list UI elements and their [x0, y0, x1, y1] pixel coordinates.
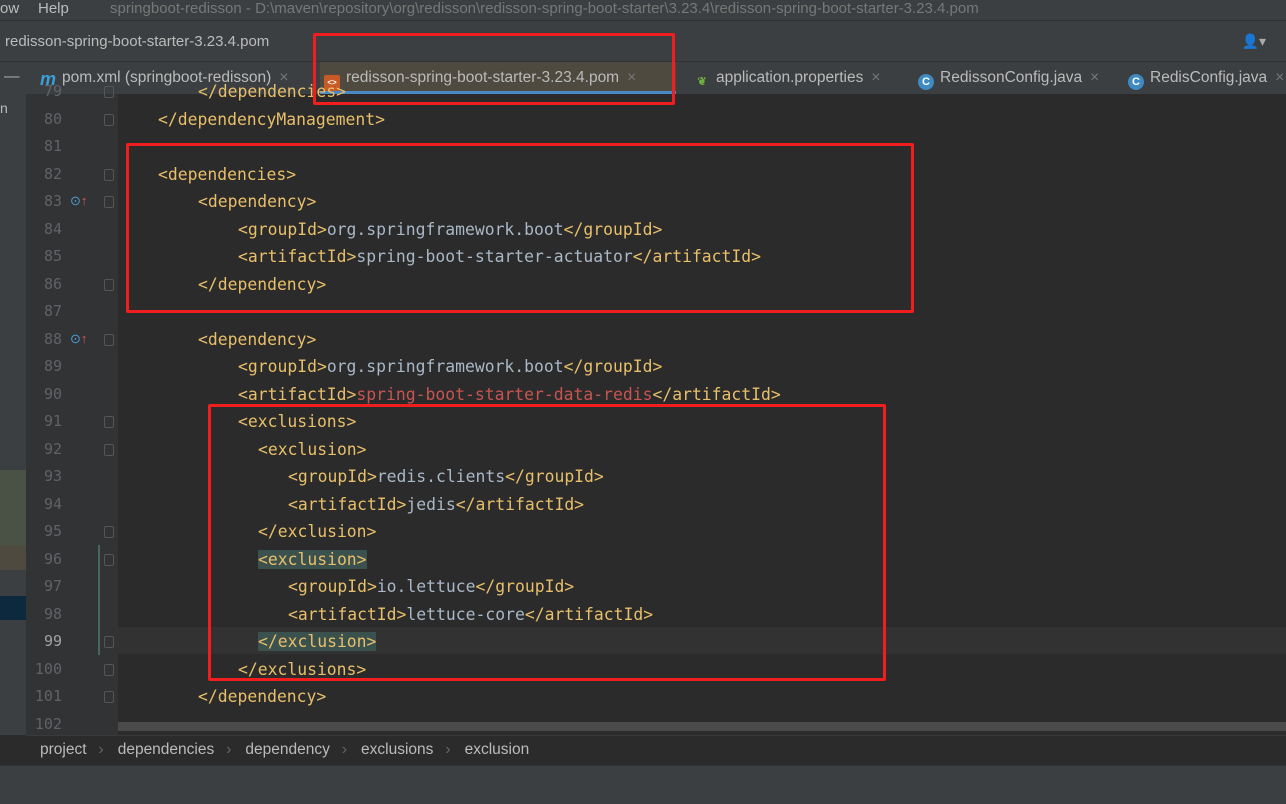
- code-token: </groupId>: [563, 357, 663, 376]
- line-number: 82: [43, 164, 62, 183]
- line-number: 93: [43, 467, 62, 485]
- breadcrumb-item[interactable]: project: [40, 741, 87, 758]
- code-line: <dependency>: [198, 326, 316, 353]
- window-title: springboot-redisson - D:\maven\repositor…: [110, 0, 979, 17]
- override-gutter-icon[interactable]: ⊙↑: [70, 193, 87, 209]
- line-number: 95: [43, 522, 62, 540]
- close-tab-icon[interactable]: ×: [1275, 69, 1284, 86]
- menu-bar: ow Help springboot-redisson - D:\maven\r…: [0, 0, 1286, 20]
- left-strip-text: n: [0, 100, 8, 116]
- line-number: 94: [43, 494, 62, 513]
- annotation-box-tab: [313, 33, 675, 105]
- annotation-box-actuator: [126, 143, 914, 313]
- status-bar: [0, 765, 1286, 804]
- menu-help[interactable]: Help: [38, 0, 69, 17]
- collapse-icon[interactable]: —: [4, 62, 20, 92]
- breadcrumb-separator-icon: ›: [98, 741, 104, 758]
- code-token: </artifactId>: [652, 384, 781, 404]
- java-class-icon: C: [1128, 74, 1144, 90]
- line-number: 83: [43, 192, 62, 210]
- line-number: 100: [34, 659, 62, 678]
- code-token: org.springframework.boot: [326, 357, 564, 376]
- breadcrumb-item[interactable]: dependency: [245, 741, 329, 758]
- line-number: 85: [43, 247, 62, 265]
- line-number: 99: [43, 632, 62, 650]
- breadcrumb-item[interactable]: exclusion: [465, 741, 530, 758]
- annotation-box-exclusions: [208, 404, 886, 681]
- line-number: 91: [43, 412, 62, 430]
- user-icon[interactable]: 👤▾: [1242, 33, 1266, 50]
- fold-marker-icon[interactable]: [104, 526, 114, 538]
- line-number: 87: [43, 302, 62, 320]
- line-number: 101: [34, 687, 62, 705]
- java-class-icon: C: [918, 74, 934, 90]
- code-line: </dependencyManagement>: [158, 106, 385, 133]
- fold-marker-icon[interactable]: [104, 553, 114, 566]
- fold-marker-icon[interactable]: [104, 333, 114, 346]
- nav-file[interactable]: redisson-spring-boot-starter-3.23.4.pom: [5, 33, 269, 50]
- code-token: <artifactId>: [238, 384, 357, 404]
- tab-label: RedisConfig.java: [1150, 69, 1268, 86]
- code-line: <groupId>org.springframework.boot</group…: [238, 353, 662, 380]
- fold-marker-icon[interactable]: [104, 168, 114, 181]
- fold-marker-icon[interactable]: [104, 278, 114, 291]
- tab-2[interactable]: ❦ application.properties ×: [690, 62, 905, 94]
- line-number: 92: [43, 439, 62, 458]
- line-number: 89: [43, 357, 62, 375]
- close-tab-icon[interactable]: ×: [871, 69, 880, 86]
- fold-marker-icon[interactable]: [104, 691, 114, 703]
- change-marker: [98, 545, 100, 655]
- tab-label: application.properties: [716, 69, 864, 86]
- strip-highlight: [0, 470, 26, 546]
- line-number: 86: [43, 274, 62, 293]
- code-token: <groupId>: [238, 357, 327, 376]
- spring-leaf-icon: ❦: [697, 76, 707, 88]
- tab-3[interactable]: C RedissonConfig.java ×: [914, 62, 1115, 94]
- line-number: 90: [43, 384, 62, 403]
- breadcrumb-separator-icon: ›: [226, 741, 232, 758]
- breadcrumb-separator-icon: ›: [341, 741, 348, 758]
- fold-marker-icon[interactable]: [104, 196, 114, 208]
- menu-window[interactable]: ow: [0, 0, 19, 17]
- left-tool-strip: n: [0, 94, 26, 735]
- close-tab-icon[interactable]: ×: [1090, 69, 1099, 86]
- breadcrumb-item[interactable]: exclusions: [361, 741, 433, 758]
- breadcrumb-separator-icon: ›: [445, 741, 451, 758]
- tab-4[interactable]: C RedisConfig.java ×: [1124, 62, 1286, 94]
- breadcrumb-item[interactable]: dependencies: [118, 741, 215, 758]
- fold-marker-icon[interactable]: [104, 443, 114, 456]
- fold-marker-icon[interactable]: [104, 86, 114, 98]
- line-number: 102: [34, 714, 62, 733]
- line-number: 80: [43, 109, 62, 128]
- code-token: </dependencyManagement>: [158, 109, 385, 129]
- fold-marker-icon[interactable]: [104, 663, 114, 676]
- line-number: 84: [43, 219, 62, 238]
- fold-marker-icon[interactable]: [104, 416, 114, 428]
- code-token: spring-boot-starter-data-redis: [356, 384, 653, 404]
- line-number: 96: [43, 549, 62, 568]
- line-number: 81: [43, 137, 62, 155]
- line-number: 79: [43, 82, 62, 100]
- code-line: </dependency>: [198, 683, 326, 710]
- fold-marker-icon[interactable]: [104, 113, 114, 126]
- code-token: <dependency>: [198, 329, 317, 349]
- strip-highlight: [0, 546, 26, 570]
- override-gutter-icon[interactable]: ⊙↑: [70, 331, 87, 347]
- line-number: 97: [43, 577, 62, 595]
- line-number: 98: [43, 604, 62, 623]
- breadcrumb: project › dependencies › dependency › exclusio…: [26, 735, 1286, 765]
- line-number: 88: [43, 329, 62, 348]
- code-token: </dependency>: [198, 687, 327, 706]
- horizontal-scrollbar[interactable]: [118, 722, 1286, 731]
- fold-marker-icon[interactable]: [104, 636, 114, 648]
- tab-label: RedissonConfig.java: [940, 69, 1083, 86]
- strip-selection: [0, 596, 26, 620]
